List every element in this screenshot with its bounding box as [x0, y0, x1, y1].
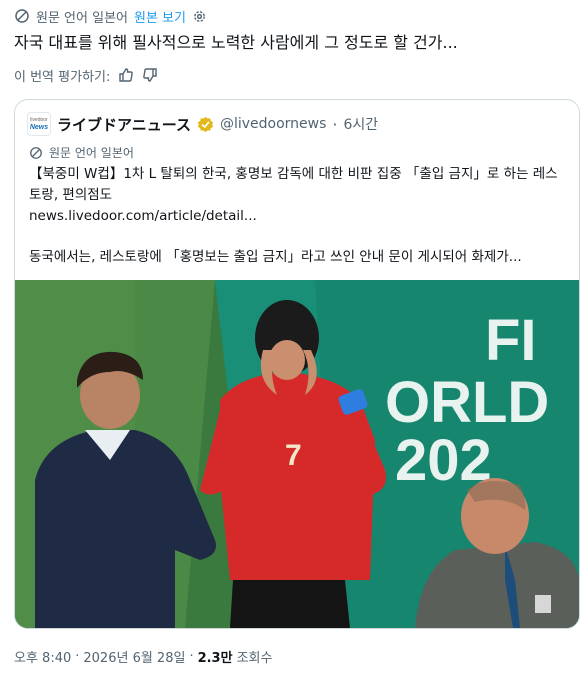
translate-icon: [29, 146, 43, 160]
tweet-text: 자국 대표를 위해 필사적으로 노력한 사람에게 그 정도로 할 건가...: [14, 33, 458, 52]
verified-badge-icon: [197, 116, 214, 133]
livedoor-news-logo[interactable]: livedoor News: [27, 112, 51, 136]
translate-icon: [14, 8, 30, 24]
views-label: 조회수: [236, 650, 273, 666]
time-separator: ·: [332, 114, 338, 134]
quoted-tweet-header: livedoor News ライブドアニュース @livedoornews · …: [27, 112, 378, 136]
post-time[interactable]: 6시간: [343, 114, 378, 134]
account-name[interactable]: ライブドアニュース: [57, 114, 191, 135]
quoted-tweet-body: 【북중미 W컵】1차 L 탈퇴의 한국, 홍명보 감독에 대한 비판 집중 「출…: [29, 164, 565, 268]
thumbs-down-icon[interactable]: [142, 67, 158, 83]
thumbs-up-icon[interactable]: [118, 67, 134, 83]
meta-separator: ·: [75, 648, 80, 664]
board-text-1: FI: [485, 308, 537, 373]
tweet-meta: 오후 8:40 · 2026년 6월 28일 · 2.3만 조회수: [14, 645, 272, 667]
quoted-tweet-card[interactable]: livedoor News ライブドアニュース @livedoornews · …: [14, 99, 580, 629]
post-date[interactable]: 2026년 6월 28일: [83, 647, 185, 666]
quote-translation-info: 원문 언어 일본어: [29, 144, 134, 161]
jersey-number: 7: [285, 439, 302, 472]
board-text-2: ORLD: [385, 370, 549, 435]
account-handle[interactable]: @livedoornews: [220, 116, 326, 132]
news-photo[interactable]: FI ORLD 202 7: [15, 280, 579, 628]
quote-source-language-label: 원문 언어 일본어: [49, 146, 134, 160]
logo-line2: News: [29, 124, 49, 131]
quote-headline: 【북중미 W컵】1차 L 탈퇴의 한국, 홍명보 감독에 대한 비판 집중 「출…: [29, 166, 558, 203]
source-language-label: 원문 언어 일본어: [36, 10, 128, 26]
gear-icon[interactable]: [192, 9, 207, 24]
views-count: 2.3만: [197, 650, 233, 666]
logo-line1: livedoor: [30, 117, 48, 123]
translation-info-row: 원문 언어 일본어 원본 보기: [14, 6, 207, 26]
quote-summary: 동국에서는, 레스토랑에 「홍명보는 출입 금지」라고 쓰인 안내 문이 게시되…: [29, 249, 522, 265]
quote-link[interactable]: news.livedoor.com/article/detail...: [29, 206, 565, 227]
rate-translation-row: 이 번역 평가하기:: [14, 64, 158, 86]
rate-translation-label: 이 번역 평가하기:: [14, 69, 111, 85]
board-text-3: 202: [395, 428, 492, 493]
show-original-link[interactable]: 원본 보기: [134, 7, 186, 26]
meta-separator: ·: [189, 648, 194, 664]
post-time[interactable]: 오후 8:40: [14, 647, 71, 666]
